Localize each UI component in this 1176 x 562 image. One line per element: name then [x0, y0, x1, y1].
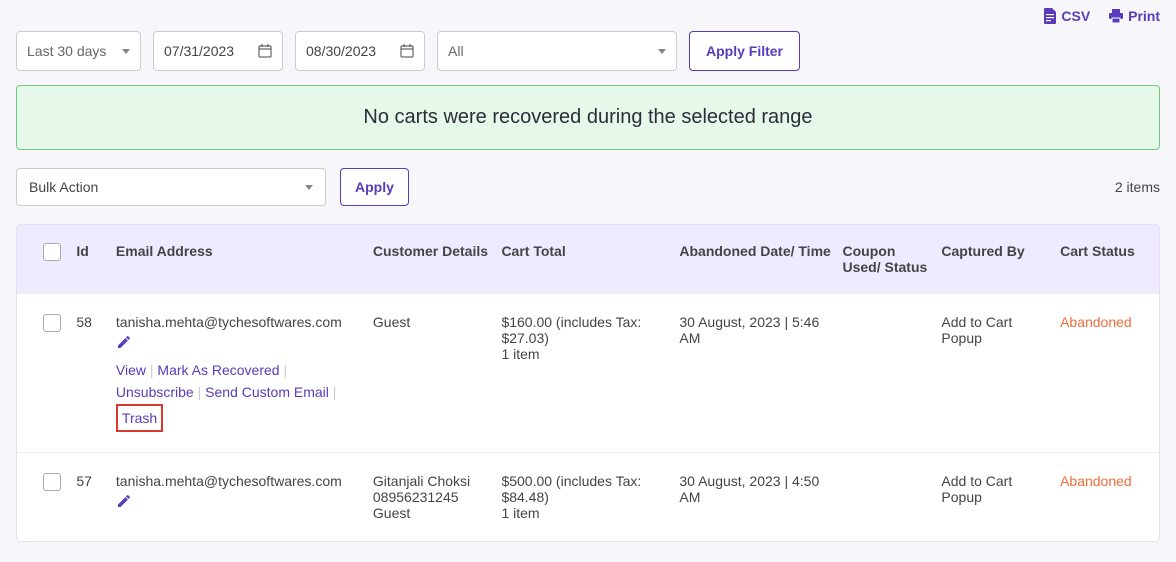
chevron-down-icon — [122, 49, 130, 54]
edit-icon[interactable] — [116, 493, 132, 512]
col-customer: Customer Details — [373, 243, 502, 259]
file-icon — [1043, 8, 1057, 24]
alert-banner: No carts were recovered during the selec… — [16, 85, 1160, 150]
row-captured: Add to Cart Popup — [941, 314, 1060, 346]
filter-bar: Last 30 days 07/31/2023 08/30/2023 All A… — [16, 31, 1160, 71]
table-header: Id Email Address Customer Details Cart T… — [17, 225, 1159, 293]
row-total: $500.00 (includes Tax: $84.48)1 item — [501, 473, 679, 521]
row-customer: Gitanjali Choksi08956231245Guest — [373, 473, 502, 521]
row-checkbox[interactable] — [43, 314, 61, 332]
bulk-action-row: Bulk Action Apply 2 items — [16, 168, 1160, 206]
carts-table: Id Email Address Customer Details Cart T… — [16, 224, 1160, 542]
customer-line: Guest — [373, 505, 492, 521]
mark-recovered-link[interactable]: Mark As Recovered — [157, 362, 279, 378]
row-status: Abandoned — [1060, 473, 1149, 489]
print-link[interactable]: Print — [1108, 8, 1160, 24]
row-actions: View | Mark As Recovered | Unsubscribe |… — [116, 359, 363, 432]
date-range-value: Last 30 days — [27, 43, 106, 59]
view-link[interactable]: View — [116, 362, 146, 378]
printer-icon — [1108, 8, 1124, 24]
row-total: $160.00 (includes Tax: $27.03)1 item — [501, 314, 679, 362]
calendar-icon — [258, 44, 272, 58]
total-line: 1 item — [501, 505, 669, 521]
email-address: tanisha.mehta@tychesoftwares.com — [116, 314, 363, 330]
row-date: 30 August, 2023 | 4:50 AM — [679, 473, 842, 505]
col-captured: Captured By — [941, 243, 1060, 259]
email-address: tanisha.mehta@tychesoftwares.com — [116, 473, 363, 489]
col-email: Email Address — [116, 243, 373, 259]
export-actions: CSV Print — [16, 8, 1160, 27]
customer-line: Guest — [373, 314, 492, 330]
unsubscribe-link[interactable]: Unsubscribe — [116, 384, 194, 400]
date-to-input[interactable]: 08/30/2023 — [295, 31, 425, 71]
row-customer: Guest — [373, 314, 502, 330]
date-to-value: 08/30/2023 — [306, 43, 376, 59]
row-captured: Add to Cart Popup — [941, 473, 1060, 505]
col-id: Id — [76, 243, 116, 259]
row-email-cell: tanisha.mehta@tychesoftwares.com — [116, 473, 373, 512]
customer-line: 08956231245 — [373, 489, 492, 505]
date-from-input[interactable]: 07/31/2023 — [153, 31, 283, 71]
table-row: 57tanisha.mehta@tychesoftwares.com Gitanj… — [17, 452, 1159, 541]
item-count: 2 items — [1115, 179, 1160, 195]
bulk-action-select[interactable]: Bulk Action — [16, 168, 326, 206]
export-csv-label: CSV — [1061, 8, 1090, 24]
col-date: Abandoned Date/ Time — [679, 243, 842, 259]
apply-filter-button[interactable]: Apply Filter — [689, 31, 800, 71]
send-custom-email-link[interactable]: Send Custom Email — [205, 384, 329, 400]
date-range-select[interactable]: Last 30 days — [16, 31, 141, 71]
col-coupon: Coupon Used/ Status — [843, 243, 942, 275]
col-total: Cart Total — [501, 243, 679, 259]
date-line: 30 August, 2023 | 4:50 AM — [679, 473, 832, 505]
customer-line: Gitanjali Choksi — [373, 473, 492, 489]
total-line: $500.00 (includes Tax: $84.48) — [501, 473, 669, 505]
chevron-down-icon — [305, 185, 313, 190]
row-status: Abandoned — [1060, 314, 1149, 330]
total-line: 1 item — [501, 346, 669, 362]
chevron-down-icon — [658, 49, 666, 54]
status-filter-select[interactable]: All — [437, 31, 677, 71]
total-line: $160.00 (includes Tax: $27.03) — [501, 314, 669, 346]
row-id: 57 — [76, 473, 116, 489]
select-all-checkbox[interactable] — [43, 243, 61, 261]
date-line: 30 August, 2023 | 5:46 AM — [679, 314, 832, 346]
row-checkbox[interactable] — [43, 473, 61, 491]
col-status: Cart Status — [1060, 243, 1149, 259]
table-row: 58tanisha.mehta@tychesoftwares.com View |… — [17, 293, 1159, 452]
status-filter-value: All — [448, 43, 464, 59]
row-id: 58 — [76, 314, 116, 330]
export-csv-link[interactable]: CSV — [1043, 8, 1090, 24]
calendar-icon — [400, 44, 414, 58]
row-email-cell: tanisha.mehta@tychesoftwares.com View | M… — [116, 314, 373, 432]
bulk-action-value: Bulk Action — [29, 179, 98, 195]
bulk-apply-button[interactable]: Apply — [340, 168, 409, 206]
date-from-value: 07/31/2023 — [164, 43, 234, 59]
row-date: 30 August, 2023 | 5:46 AM — [679, 314, 842, 346]
trash-link[interactable]: Trash — [122, 410, 157, 426]
edit-icon[interactable] — [116, 334, 132, 353]
print-label: Print — [1128, 8, 1160, 24]
